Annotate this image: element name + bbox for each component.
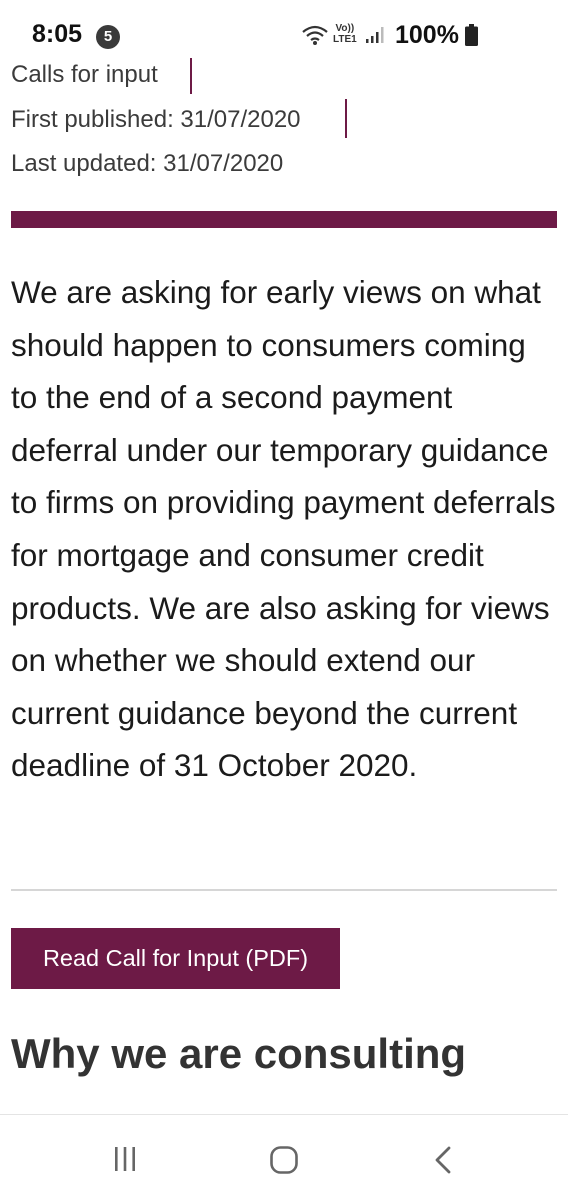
accent-bar: [11, 211, 557, 228]
first-published: First published: 31/07/2020: [11, 106, 301, 133]
notification-badge: 5: [96, 25, 120, 49]
read-call-for-input-pdf-button[interactable]: Read Call for Input (PDF): [11, 928, 340, 989]
screen: 8:05 5 Vo)) LTE1 100% Calls for input Fi…: [0, 0, 568, 1200]
status-bar: 8:05 5 Vo)) LTE1 100%: [0, 0, 568, 62]
battery-icon: [465, 24, 478, 46]
section-divider: [11, 889, 557, 891]
wifi-icon: [302, 24, 328, 51]
signal-icon: [365, 26, 385, 49]
meta-divider: [345, 99, 347, 138]
battery-percentage: 100%: [395, 21, 459, 49]
navigation-bar: [0, 1114, 568, 1200]
network-label-bottom: LTE1: [333, 34, 357, 45]
status-time: 8:05: [32, 20, 83, 48]
volte-icon: Vo)) LTE1: [333, 23, 357, 45]
network-label-top: Vo)): [335, 23, 355, 34]
back-icon[interactable]: [421, 1145, 465, 1175]
summary-paragraph: We are asking for early views on what sh…: [11, 274, 556, 784]
section-heading: Why we are consulting: [11, 1030, 467, 1077]
category-link[interactable]: Calls for input: [11, 61, 158, 89]
last-updated: Last updated: 31/07/2020: [11, 150, 284, 177]
recent-apps-icon[interactable]: [103, 1145, 147, 1175]
meta-divider: [190, 58, 192, 94]
home-icon[interactable]: [262, 1145, 306, 1175]
